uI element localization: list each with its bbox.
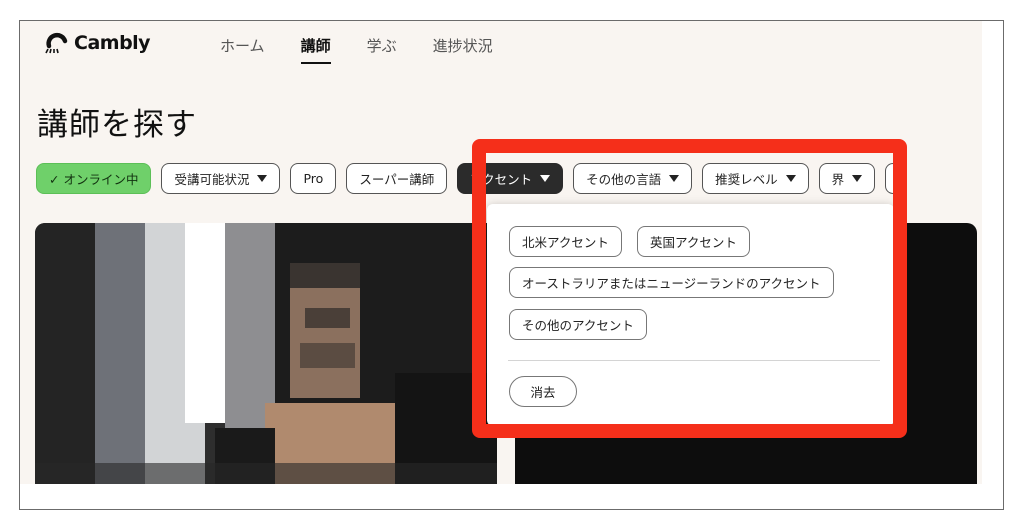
pixel-block xyxy=(35,223,95,484)
main-nav: ホーム 講師 学ぶ 進捗状況 xyxy=(220,35,529,64)
filter-accent-label: アクセント xyxy=(470,172,533,187)
filter-online-label: ✓ オンライン中 xyxy=(49,172,139,187)
filter-availability[interactable]: 受講可能状況 xyxy=(161,163,281,194)
right-margin xyxy=(982,21,1003,484)
tutor-card-video[interactable] xyxy=(35,223,497,484)
logo-text: Cambly xyxy=(74,32,151,54)
accent-dropdown-menu: 北米アクセント 英国アクセント オーストラリアまたはニュージーランドのアクセント… xyxy=(487,204,894,426)
filter-bar: ✓ オンライン中 受講可能状況 Pro スーパー講師 アクセント その他の言語 … xyxy=(36,163,906,194)
filter-super-tutor[interactable]: スーパー講師 xyxy=(346,163,448,194)
filter-online[interactable]: ✓ オンライン中 xyxy=(36,163,152,194)
filter-level[interactable]: 推奨レベル xyxy=(702,163,809,194)
chevron-down-icon xyxy=(669,175,680,182)
pixel-block xyxy=(35,463,497,484)
pixel-block xyxy=(305,308,350,328)
accent-option-other[interactable]: その他のアクセント xyxy=(509,309,647,340)
pixel-block xyxy=(95,223,145,484)
browser-frame: Cambly ホーム 講師 学ぶ 進捗状況 講師を探す ✓ オンライン中 受講可… xyxy=(19,20,1004,510)
filter-super-label: スーパー講師 xyxy=(359,172,435,187)
accent-option-british[interactable]: 英国アクセント xyxy=(637,226,750,257)
pixel-block xyxy=(185,223,225,423)
cambly-logo[interactable]: Cambly xyxy=(45,32,151,54)
chevron-down-icon xyxy=(540,175,551,182)
nav-tutors[interactable]: 講師 xyxy=(300,35,331,64)
nav-learn[interactable]: 学ぶ xyxy=(367,35,397,64)
filter-pro-label: Pro xyxy=(303,171,324,186)
pixel-block xyxy=(300,343,355,368)
filter-other-languages[interactable]: その他の言語 xyxy=(573,163,693,194)
video-thumbnail xyxy=(35,223,497,484)
accent-option-australia-nz[interactable]: オーストラリアまたはニュージーランドのアクセント xyxy=(509,267,834,298)
filter-other-languages-label: その他の言語 xyxy=(586,172,662,187)
filter-world[interactable]: 界 xyxy=(818,163,876,194)
clear-button[interactable]: 消去 xyxy=(509,376,577,407)
nav-progress[interactable]: 進捗状況 xyxy=(433,35,493,64)
nav-home[interactable]: ホーム xyxy=(220,35,265,64)
chevron-down-icon xyxy=(785,175,796,182)
filter-availability-label: 受講可能状況 xyxy=(174,172,250,187)
top-header: Cambly ホーム 講師 学ぶ 進捗状況 xyxy=(20,21,982,76)
cambly-logo-icon xyxy=(45,32,68,54)
filter-level-label: 推奨レベル xyxy=(715,172,778,187)
chevron-down-icon xyxy=(852,175,863,182)
dropdown-divider xyxy=(508,360,880,361)
filter-world-label: 界 xyxy=(831,172,845,187)
page: Cambly ホーム 講師 学ぶ 進捗状況 講師を探す ✓ オンライン中 受講可… xyxy=(20,21,982,484)
chevron-down-icon xyxy=(257,175,268,182)
accent-option-north-american[interactable]: 北米アクセント xyxy=(509,226,622,257)
filter-more[interactable] xyxy=(885,163,906,194)
filter-pro[interactable]: Pro xyxy=(290,163,337,194)
page-title: 講師を探す xyxy=(37,107,197,143)
bottom-margin xyxy=(20,484,1003,509)
filter-accent[interactable]: アクセント xyxy=(457,163,564,194)
